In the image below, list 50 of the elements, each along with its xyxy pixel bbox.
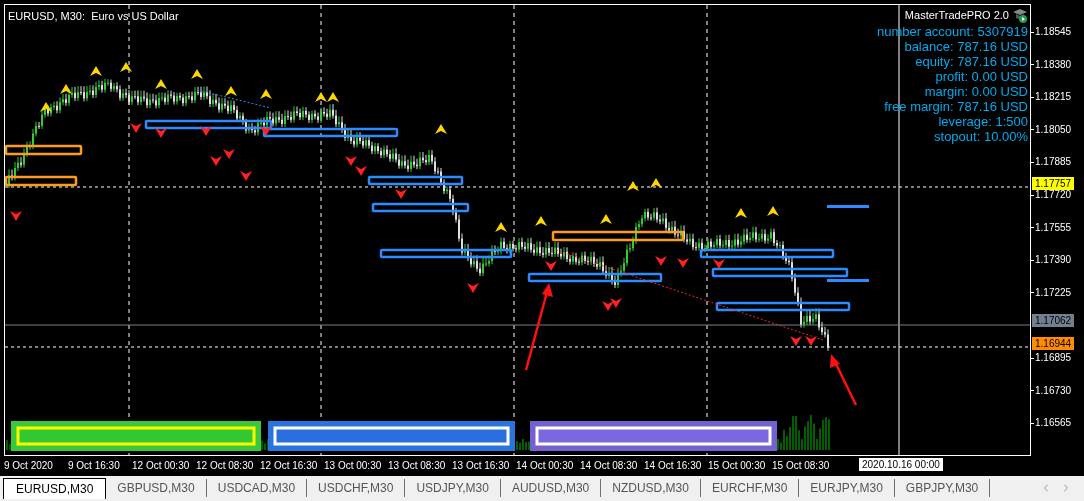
price-label: 1.17225 [1031,287,1072,298]
chart-tab[interactable]: GBPJPY,M30 [894,479,991,497]
chart-tab[interactable]: GBPUSD,M30 [106,479,207,497]
time-label: 12 Oct 00:30 [132,458,191,473]
account-info-line: number account: 5307919 [876,23,1028,39]
account-info-line: balance: 787.16 USD [904,38,1028,54]
graduation-cap-icon [1012,7,1028,24]
chart-tab[interactable]: USDCHF,M30 [307,479,406,497]
price-label: 1.18380 [1031,59,1072,70]
price-label: 1.17885 [1031,157,1072,168]
price-label: 1.18050 [1031,124,1072,135]
time-label: 15 Oct 08:30 [772,458,831,473]
account-info-line: equity: 787.16 USD [915,53,1028,69]
time-label: 13 Oct 08:30 [388,458,447,473]
price-label: 1.16730 [1031,385,1072,396]
chart-tab[interactable]: EURCHF,M30 [700,479,800,497]
price-marker: 1.17757 [1032,176,1075,190]
chart-tab[interactable]: USDJPY,M30 [405,479,501,497]
price-label: 1.16895 [1031,353,1072,363]
chart-tab[interactable]: EURUSD,M30 [3,477,107,499]
account-info-line: free margin: 787.16 USD [884,98,1028,114]
price-label: 1.18545 [1031,27,1072,37]
time-label: 13 Oct 16:30 [452,458,511,473]
time-label: 15 Oct 00:30 [708,458,767,473]
account-info-line: profit: 0.00 USD [935,68,1028,84]
time-label: 9 Oct 16:30 [68,458,121,473]
time-label: 12 Oct 08:30 [196,458,255,473]
cursor-time-label: 2020.10.16 00:00 [859,458,943,471]
account-info-line: margin: 0.00 USD [924,83,1028,99]
price-label: 1.16565 [1031,418,1072,429]
price-label: 1.17555 [1031,222,1072,233]
price-label: 1.17390 [1031,255,1072,266]
chart-tab[interactable]: USDCAD,M30 [206,479,308,497]
panel-title: MasterTradePRO 2.0 [904,8,1009,23]
chart-tab[interactable]: EURJPY,M30 [799,479,895,497]
price-label: 1.18215 [1031,92,1072,103]
price-marker: 1.17062 [1032,314,1075,327]
time-label: 14 Oct 08:30 [580,458,639,473]
time-label: 14 Oct 16:30 [644,458,703,473]
account-info-line: leverage: 1:500 [938,113,1028,129]
time-label: 12 Oct 16:30 [260,458,319,473]
price-label: 1.17720 [1031,190,1072,200]
account-info-line: stopout: 10.00% [934,128,1028,144]
chart-title: EURUSD, M30: Euro vs US Dollar [8,9,179,24]
chart-tab[interactable]: NZDUSD,M30 [601,479,701,497]
time-label: 13 Oct 00:30 [324,458,383,473]
chart-tab[interactable]: AUDUSD,M30 [500,479,602,497]
time-label: 14 Oct 00:30 [516,458,575,473]
time-label: 9 Oct 2020 [4,458,54,473]
price-marker: 1.16944 [1032,337,1075,351]
